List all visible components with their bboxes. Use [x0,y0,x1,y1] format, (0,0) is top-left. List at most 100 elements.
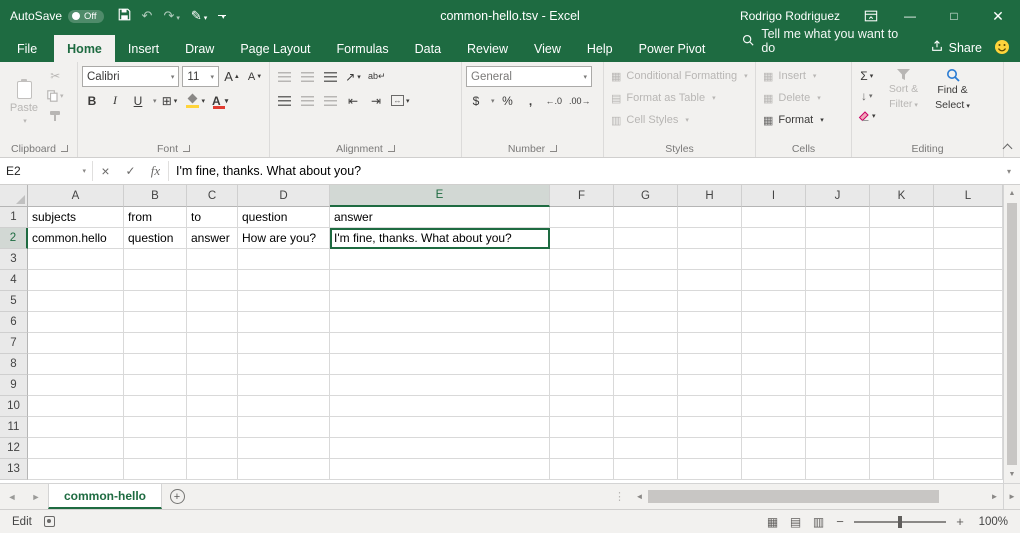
fill-color-button[interactable] [183,90,208,111]
cell-D8[interactable] [238,354,330,375]
fill-button[interactable]: ↓ [856,86,878,106]
page-layout-view-icon[interactable]: ▤ [786,512,805,531]
copy-button[interactable] [45,86,66,106]
bottom-align-button[interactable] [320,66,340,87]
previous-sheet-icon[interactable]: ◄ [0,484,24,509]
cell-K10[interactable] [870,396,934,417]
number-format-combo[interactable]: General [466,66,592,87]
cell-L10[interactable] [934,396,1003,417]
zoom-slider[interactable] [854,521,946,523]
cell-F3[interactable] [550,249,614,270]
cell-E7[interactable] [330,333,550,354]
row-header-3[interactable]: 3 [0,249,28,270]
col-header-K[interactable]: K [870,185,934,207]
cell-I7[interactable] [742,333,806,354]
cell-D9[interactable] [238,375,330,396]
cell-D3[interactable] [238,249,330,270]
cell-J9[interactable] [806,375,870,396]
cell-D2[interactable]: How are you? [238,228,330,249]
vertical-scrollbar[interactable]: ▲ ▼ [1003,185,1020,483]
cell-G5[interactable] [614,291,678,312]
tab-data[interactable]: Data [402,35,454,63]
new-sheet-button[interactable]: + [162,484,192,509]
zoom-in-button[interactable]: + [952,514,968,529]
row-header-10[interactable]: 10 [0,396,28,417]
zoom-out-button[interactable]: − [832,514,848,529]
cell-H12[interactable] [678,438,742,459]
insert-cells-button[interactable]: ▦ Insert [760,66,847,86]
cell-I3[interactable] [742,249,806,270]
scroll-left-icon[interactable]: ◄ [631,484,648,509]
tab-view[interactable]: View [521,35,574,63]
row-header-8[interactable]: 8 [0,354,28,375]
alignment-dialog-launcher-icon[interactable] [388,145,395,152]
cell-D5[interactable] [238,291,330,312]
cell-G4[interactable] [614,270,678,291]
sheetbar-resize-icon[interactable]: ► [1003,484,1020,509]
macro-record-icon[interactable] [44,516,55,527]
col-header-L[interactable]: L [934,185,1003,207]
tab-home[interactable]: Home [54,35,115,63]
row-header-13[interactable]: 13 [0,459,28,480]
next-sheet-icon[interactable]: ► [24,484,48,509]
orientation-button[interactable]: ↗ [343,66,363,87]
tab-insert[interactable]: Insert [115,35,172,63]
cell-F8[interactable] [550,354,614,375]
enter-entry-button[interactable]: ✓ [118,158,143,184]
cell-E3[interactable] [330,249,550,270]
scroll-down-icon[interactable]: ▼ [1004,466,1020,483]
cell-L12[interactable] [934,438,1003,459]
col-header-C[interactable]: C [187,185,238,207]
customize-quick-access-icon[interactable] [218,15,226,18]
cell-I9[interactable] [742,375,806,396]
cell-F13[interactable] [550,459,614,480]
cell-B9[interactable] [124,375,187,396]
cell-J5[interactable] [806,291,870,312]
cell-B13[interactable] [124,459,187,480]
cell-J6[interactable] [806,312,870,333]
cell-C7[interactable] [187,333,238,354]
cell-C9[interactable] [187,375,238,396]
cell-L2[interactable] [934,228,1003,249]
cell-F2[interactable] [550,228,614,249]
cell-styles-button[interactable]: ▥ Cell Styles [608,110,751,130]
cell-G1[interactable] [614,207,678,228]
cell-C5[interactable] [187,291,238,312]
cell-D11[interactable] [238,417,330,438]
middle-align-button[interactable] [297,66,317,87]
cell-F10[interactable] [550,396,614,417]
merge-center-button[interactable]: ↔ [389,90,412,111]
align-center-button[interactable] [297,90,317,111]
zoom-level[interactable]: 100% [972,516,1008,528]
cell-J10[interactable] [806,396,870,417]
cell-K11[interactable] [870,417,934,438]
cell-F12[interactable] [550,438,614,459]
insert-function-button[interactable]: fx [143,158,168,184]
comma-style-button[interactable]: , [521,90,541,111]
cell-C6[interactable] [187,312,238,333]
cell-C2[interactable]: answer [187,228,238,249]
cell-E8[interactable] [330,354,550,375]
cell-K3[interactable] [870,249,934,270]
cell-C12[interactable] [187,438,238,459]
cell-G9[interactable] [614,375,678,396]
cell-L9[interactable] [934,375,1003,396]
cell-D10[interactable] [238,396,330,417]
increase-font-size-button[interactable]: A▲ [222,66,242,87]
cell-B8[interactable] [124,354,187,375]
autosave-pill[interactable]: Off [68,10,104,23]
cell-E2[interactable]: I'm fine, thanks. What about you? [330,228,550,249]
save-icon[interactable] [118,8,131,24]
cell-C10[interactable] [187,396,238,417]
tell-me-box[interactable]: Tell me what you want to do [734,20,918,62]
cell-A13[interactable] [28,459,124,480]
conditional-formatting-button[interactable]: ▦ Conditional Formatting [608,66,751,86]
autosum-button[interactable]: Σ [856,66,878,86]
cell-K13[interactable] [870,459,934,480]
cell-F1[interactable] [550,207,614,228]
cell-A9[interactable] [28,375,124,396]
name-box-dropdown-icon[interactable] [82,167,86,175]
clear-button[interactable] [856,106,878,126]
cell-C4[interactable] [187,270,238,291]
align-right-button[interactable] [320,90,340,111]
